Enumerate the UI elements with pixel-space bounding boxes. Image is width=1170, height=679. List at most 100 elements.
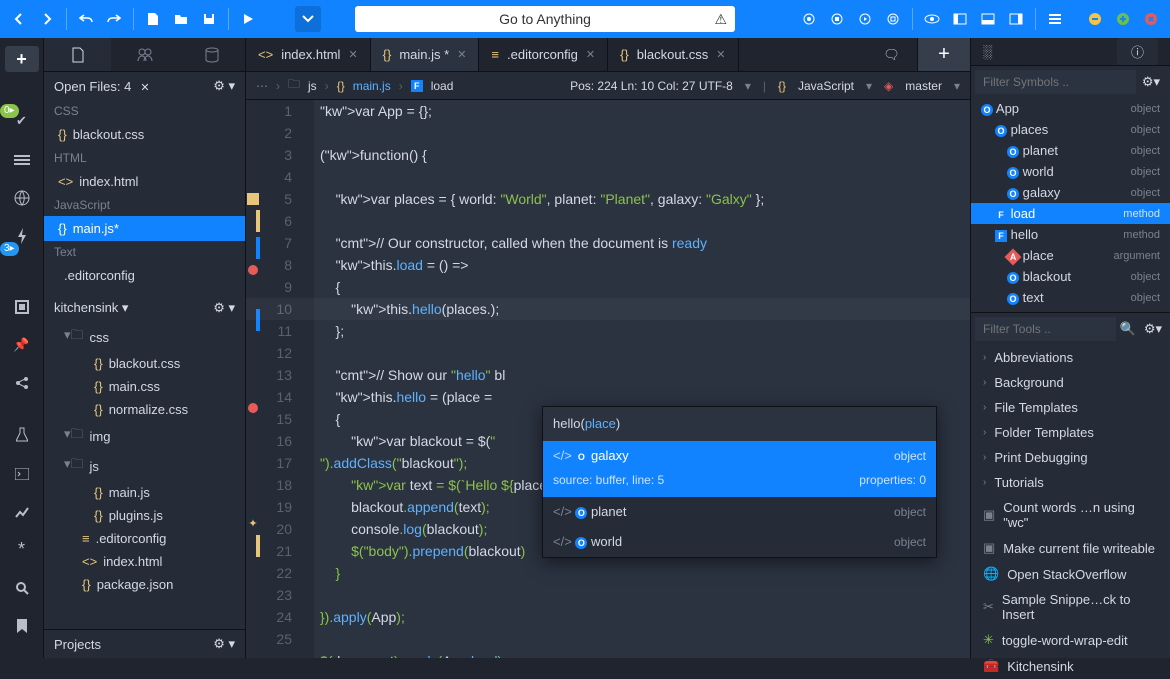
run-macro-btn[interactable] xyxy=(852,6,878,32)
graph-icon[interactable] xyxy=(9,500,35,524)
autocomplete-item[interactable]: </> O planetobject xyxy=(543,497,936,527)
lines-icon[interactable] xyxy=(9,148,35,172)
tree-folder[interactable]: ▾🗀img xyxy=(44,421,245,451)
tree-folder[interactable]: ▾🗀css xyxy=(44,322,245,352)
menu-btn[interactable] xyxy=(1042,6,1068,32)
play-btn[interactable] xyxy=(235,6,261,32)
tab-db-icon[interactable] xyxy=(178,38,245,71)
symbol-item[interactable]: O galaxyobject xyxy=(971,182,1170,203)
tool-item[interactable]: 🧰Kitchensink xyxy=(971,653,1170,679)
share-icon[interactable] xyxy=(9,371,35,395)
tool-item[interactable]: ›Abbreviations xyxy=(971,345,1170,370)
tool-item[interactable]: 🌐Open StackOverflow xyxy=(971,561,1170,587)
goto-anything-input[interactable]: Go to Anything ⚠ xyxy=(355,6,735,32)
tool-item[interactable]: ›Folder Templates xyxy=(971,420,1170,445)
tree-file[interactable]: {}main.js xyxy=(44,481,245,504)
tool-item[interactable]: ›Background xyxy=(971,370,1170,395)
symbol-item[interactable]: O blackoutobject xyxy=(971,266,1170,287)
symbol-item[interactable]: O placesobject xyxy=(971,119,1170,140)
projects-footer[interactable]: Projects ⚙ ▾ xyxy=(44,629,245,658)
chat-icon[interactable]: 🗨 xyxy=(866,38,918,71)
close-tab-icon[interactable]: ✕ xyxy=(457,48,466,61)
editor-tab[interactable]: {}blackout.css✕ xyxy=(608,38,738,71)
undo-btn[interactable] xyxy=(73,6,99,32)
close-tab-icon[interactable]: ✕ xyxy=(348,48,357,61)
filter-symbols-input[interactable] xyxy=(975,70,1136,94)
save-macro-btn[interactable] xyxy=(880,6,906,32)
tree-folder[interactable]: ▾🗀js xyxy=(44,451,245,481)
lang-selector[interactable]: JavaScript xyxy=(798,79,854,93)
layout-right-btn[interactable] xyxy=(1003,6,1029,32)
editor-tab[interactable]: ≡.editorconfig✕ xyxy=(479,38,608,71)
gear-icon[interactable]: ⚙ ▾ xyxy=(213,636,235,652)
panel-icon[interactable] xyxy=(9,295,35,319)
search-icon[interactable] xyxy=(9,576,35,600)
save-btn[interactable] xyxy=(196,6,222,32)
rec-macro-btn[interactable] xyxy=(796,6,822,32)
symbol-item[interactable]: O textobject xyxy=(971,287,1170,308)
globe-icon[interactable] xyxy=(9,186,35,210)
editor-tab[interactable]: {}main.js *✕ xyxy=(371,38,480,71)
autocomplete-item[interactable]: </> O worldobject xyxy=(543,527,936,557)
minimap-icon[interactable]: ░ xyxy=(983,44,992,59)
code-editor[interactable]: ✦ 12345678910111213141516171819202122232… xyxy=(246,100,970,658)
add-tab-btn[interactable]: + xyxy=(918,38,970,71)
symbol-item[interactable]: O Appobject xyxy=(971,98,1170,119)
layout-left-btn[interactable] xyxy=(947,6,973,32)
window-minimize-btn[interactable] xyxy=(1082,6,1108,32)
ellipsis-icon[interactable]: ⋯ xyxy=(256,79,268,93)
tool-item[interactable]: ›Print Debugging xyxy=(971,445,1170,470)
redo-btn[interactable] xyxy=(101,6,127,32)
autocomplete-item[interactable]: </> O galaxyobject source: buffer, line:… xyxy=(543,441,936,497)
editor-tab[interactable]: <>index.html✕ xyxy=(246,38,371,71)
pin-icon[interactable]: 📌 xyxy=(9,333,35,357)
dropdown-btn[interactable] xyxy=(295,6,321,32)
close-icon[interactable]: ✕ xyxy=(137,82,149,94)
tree-file[interactable]: ≡.editorconfig xyxy=(44,527,245,550)
symbol-item[interactable]: F loadmethod xyxy=(971,203,1170,224)
symbol-item[interactable]: A placeargument xyxy=(971,245,1170,266)
open-file-item[interactable]: {}main.js* xyxy=(44,216,245,241)
info-icon[interactable]: ⓘ xyxy=(1117,38,1158,65)
project-header[interactable]: kitchensink ▾ ⚙ ▾ xyxy=(44,294,245,322)
branch-selector[interactable]: master xyxy=(905,79,942,93)
gear-icon[interactable]: ⚙▾ xyxy=(1140,321,1166,337)
crumb-file[interactable]: main.js xyxy=(353,79,391,93)
gear-icon[interactable]: ⚙ ▾ xyxy=(213,78,235,94)
window-maximize-btn[interactable] xyxy=(1110,6,1136,32)
tool-item[interactable]: ▣Make current file writeable xyxy=(971,535,1170,561)
stop-btn[interactable] xyxy=(824,6,850,32)
tree-file[interactable]: {}normalize.css xyxy=(44,398,245,421)
symbol-item[interactable]: O worldobject xyxy=(971,161,1170,182)
tree-file[interactable]: {}package.json xyxy=(44,573,245,596)
gear-icon[interactable]: ⚙ ▾ xyxy=(213,300,235,316)
nav-fwd-btn[interactable] xyxy=(34,6,60,32)
new-file-btn[interactable] xyxy=(140,6,166,32)
crumb-symbol[interactable]: load xyxy=(431,79,454,93)
tab-users-icon[interactable] xyxy=(111,38,178,71)
tool-item[interactable]: ▣Count words …n using "wc" xyxy=(971,495,1170,535)
layout-bottom-btn[interactable] xyxy=(975,6,1001,32)
crumb-folder[interactable]: js xyxy=(308,79,317,93)
tab-files-icon[interactable] xyxy=(44,38,111,71)
nav-back-btn[interactable] xyxy=(6,6,32,32)
tree-file[interactable]: {}plugins.js xyxy=(44,504,245,527)
open-file-item[interactable]: <>index.html xyxy=(44,169,245,194)
focus-mode-btn[interactable] xyxy=(919,6,945,32)
tool-item[interactable]: ›Tutorials xyxy=(971,470,1170,495)
tree-file[interactable]: {}blackout.css xyxy=(44,352,245,375)
gear-icon[interactable]: ⚙▾ xyxy=(1136,74,1166,90)
terminal-icon[interactable] xyxy=(9,461,35,485)
tool-item[interactable]: ✂Sample Snippe…ck to Insert xyxy=(971,587,1170,627)
tree-file[interactable]: <>index.html xyxy=(44,550,245,573)
add-icon[interactable]: + xyxy=(5,46,39,72)
tool-item[interactable]: ✳toggle-word-wrap-edit xyxy=(971,627,1170,653)
symbol-item[interactable]: O planetobject xyxy=(971,140,1170,161)
close-tab-icon[interactable]: ✕ xyxy=(716,48,725,61)
open-folder-btn[interactable] xyxy=(168,6,194,32)
window-close-btn[interactable] xyxy=(1138,6,1164,32)
close-tab-icon[interactable]: ✕ xyxy=(586,48,595,61)
tool-item[interactable]: ›File Templates xyxy=(971,395,1170,420)
search-icon[interactable]: 🔍 xyxy=(1116,321,1140,337)
symbol-item[interactable]: F hellomethod xyxy=(971,224,1170,245)
